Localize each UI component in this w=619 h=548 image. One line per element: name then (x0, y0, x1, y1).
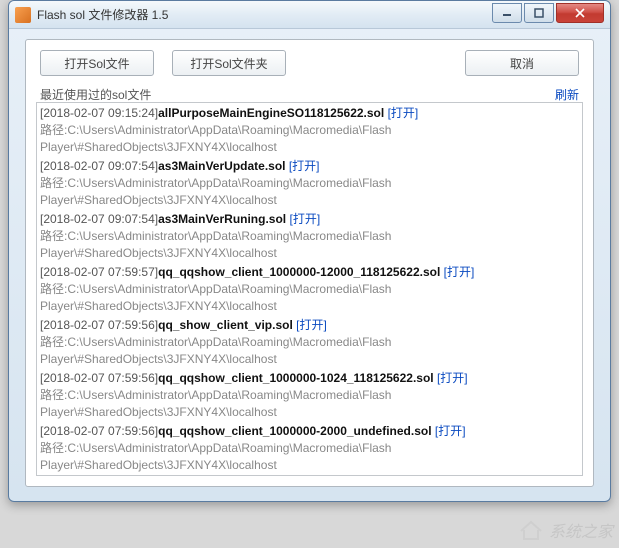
entry-path: 路径:C:\Users\Administrator\AppData\Roamin… (40, 175, 579, 209)
watermark-icon (517, 519, 545, 541)
open-link[interactable]: [打开] (444, 265, 475, 279)
list-item: [2018-02-07 07:59:56]qq_qqshow_client_10… (40, 422, 579, 475)
open-link[interactable]: [打开] (290, 212, 321, 226)
list-item: [2018-02-07 07:59:57]qq_qqshow_client_10… (40, 263, 579, 316)
open-link[interactable]: [打开] (435, 424, 466, 438)
open-link[interactable]: [打开] (388, 106, 419, 120)
toolbar-spacer (304, 50, 447, 76)
open-link[interactable]: [打开] (437, 371, 468, 385)
entry-filename: as3MainVerRuning.sol (158, 212, 286, 226)
list-item: [2018-02-07 09:07:54]as3MainVerRuning.so… (40, 210, 579, 263)
window-title: Flash sol 文件修改器 1.5 (37, 6, 492, 23)
maximize-button[interactable] (524, 3, 554, 23)
minimize-button[interactable] (492, 3, 522, 23)
recent-files-list[interactable]: [2018-02-07 09:15:24]allPurposeMainEngin… (36, 102, 583, 476)
open-sol-file-button[interactable]: 打开Sol文件 (40, 50, 154, 76)
refresh-link[interactable]: 刷新 (555, 86, 579, 103)
entry-path: 路径:C:\Users\Administrator\AppData\Roamin… (40, 440, 579, 474)
list-item: [2018-02-07 09:07:54]as3MainVerUpdate.so… (40, 157, 579, 210)
toolbar: 打开Sol文件 打开Sol文件夹 取消 (26, 40, 593, 84)
entry-filename: allPurposeMainEngineSO118125622.sol (158, 106, 384, 120)
open-link[interactable]: [打开] (289, 159, 320, 173)
entry-path: 路径:C:\Users\Administrator\AppData\Roamin… (40, 387, 579, 421)
cancel-button[interactable]: 取消 (465, 50, 579, 76)
close-icon (575, 8, 585, 18)
entry-path: 路径:C:\Users\Administrator\AppData\Roamin… (40, 334, 579, 368)
entry-filename: qq_qqshow_client_1000000-1024_118125622.… (158, 371, 434, 385)
window-controls (492, 3, 604, 23)
entry-path: 路径:C:\Users\Administrator\AppData\Roamin… (40, 281, 579, 315)
entry-filename: qq_qqshow_client_1000000-12000_118125622… (158, 265, 440, 279)
entry-timestamp: [2018-02-07 09:07:54] (40, 212, 158, 226)
section-title: 最近使用过的sol文件 (40, 86, 555, 103)
entry-path: 路径:C:\Users\Administrator\AppData\Roamin… (40, 122, 579, 156)
entry-path: 路径:C:\Users\Administrator\AppData\Roamin… (40, 228, 579, 262)
entry-timestamp: [2018-02-07 07:59:56] (40, 318, 158, 332)
entry-filename: as3MainVerUpdate.sol (158, 159, 285, 173)
list-item: [2018-02-07 09:15:24]allPurposeMainEngin… (40, 104, 579, 157)
entry-timestamp: [2018-02-07 07:59:56] (40, 371, 158, 385)
list-item: [2018-02-07 07:59:56]qq_show_client_vip.… (40, 316, 579, 369)
main-panel: 打开Sol文件 打开Sol文件夹 取消 最近使用过的sol文件 刷新 [2018… (25, 39, 594, 487)
entry-timestamp: [2018-02-07 09:07:54] (40, 159, 158, 173)
app-icon (15, 7, 31, 23)
titlebar[interactable]: Flash sol 文件修改器 1.5 (9, 1, 610, 29)
entry-filename: qq_show_client_vip.sol (158, 318, 293, 332)
app-window: Flash sol 文件修改器 1.5 打开Sol文件 打开Sol文件夹 取消 … (8, 0, 611, 502)
maximize-icon (534, 8, 544, 18)
entry-timestamp: [2018-02-07 07:59:56] (40, 424, 158, 438)
entry-timestamp: [2018-02-07 07:59:57] (40, 265, 158, 279)
entry-timestamp: [2018-02-07 09:15:24] (40, 106, 158, 120)
open-link[interactable]: [打开] (296, 318, 327, 332)
open-sol-folder-button[interactable]: 打开Sol文件夹 (172, 50, 286, 76)
minimize-icon (502, 8, 512, 18)
list-item: [2018-02-07 07:59:56]qq_qqshow_client_10… (40, 369, 579, 422)
watermark-text: 系统之家 (549, 518, 613, 542)
close-button[interactable] (556, 3, 604, 23)
entry-filename: qq_qqshow_client_1000000-2000_undefined.… (158, 424, 431, 438)
watermark: 系统之家 (517, 518, 613, 542)
